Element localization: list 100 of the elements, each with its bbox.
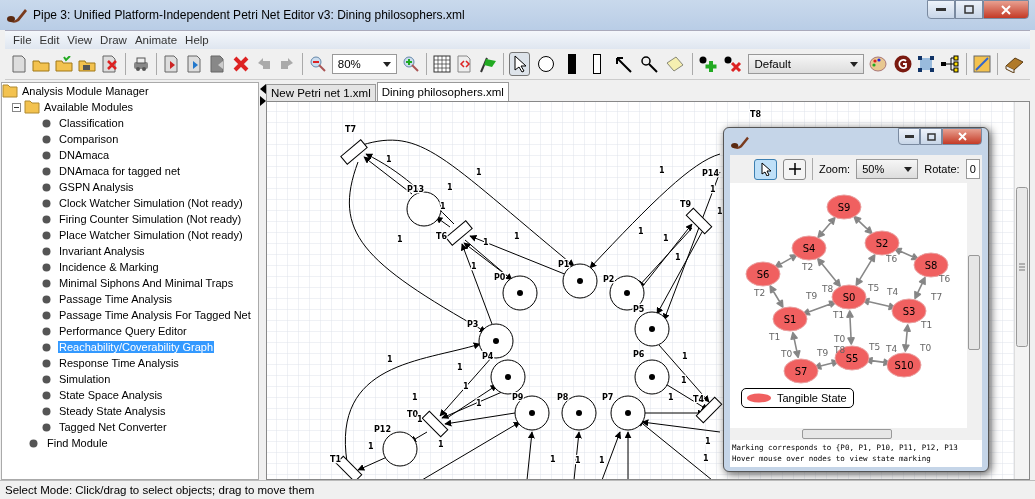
state-node[interactable] <box>886 352 922 378</box>
arc-arrow[interactable] <box>641 419 721 433</box>
tree-item[interactable]: Analysis Module Manager <box>21 85 150 97</box>
transition[interactable] <box>695 396 723 424</box>
marked-place[interactable] <box>634 311 670 347</box>
state-node[interactable] <box>826 194 862 220</box>
arc-arrow[interactable] <box>446 384 498 419</box>
arc-arrow[interactable] <box>624 431 632 479</box>
empty-place[interactable] <box>406 191 442 227</box>
tree-item[interactable]: Place Watcher Simulation (Not ready) <box>58 229 244 241</box>
tree-item[interactable]: DNAmaca for tagged net <box>58 165 182 177</box>
tree-item[interactable]: State Space Analysis <box>58 389 164 401</box>
state-node[interactable] <box>831 284 867 310</box>
scroll-thumb-icon[interactable] <box>1016 187 1028 347</box>
arc-arrow[interactable] <box>441 391 503 419</box>
selection-icon[interactable] <box>917 55 936 73</box>
hierarchy-icon[interactable] <box>940 55 961 73</box>
transition[interactable] <box>685 207 713 235</box>
tree-item[interactable]: Minimal Siphons And Minimal Traps <box>58 277 235 289</box>
tree-item[interactable]: Firing Counter Simulation (Not ready) <box>58 213 243 225</box>
tree-item[interactable]: Passage Time Analysis For Tagged Net <box>58 309 252 321</box>
state-node[interactable] <box>783 358 819 384</box>
menu-item[interactable]: Animate <box>130 34 182 46</box>
import-icon[interactable] <box>162 55 181 73</box>
tree-item[interactable]: Tagged Net Converter <box>58 421 168 433</box>
document-tab[interactable]: Dining philosophers.xml <box>376 82 509 101</box>
document-icon[interactable] <box>208 55 227 73</box>
zoom-dropdown[interactable]: 80% <box>331 54 397 74</box>
transition[interactable] <box>421 410 449 438</box>
select-tool[interactable] <box>509 52 531 76</box>
g-circle-icon[interactable] <box>894 55 913 73</box>
scroll-thumb[interactable] <box>968 255 980 350</box>
maximize-button[interactable] <box>955 0 983 19</box>
code-file-icon[interactable] <box>455 55 474 73</box>
rotate-field[interactable]: 0 <box>965 159 980 179</box>
tree-item[interactable]: DNAmaca <box>58 149 111 161</box>
tree-item[interactable]: Invariant Analysis <box>58 245 146 257</box>
close-button[interactable] <box>983 0 1029 19</box>
state-node[interactable] <box>772 306 808 332</box>
arc-arrow[interactable] <box>573 431 582 479</box>
pointer-tool[interactable] <box>754 158 777 180</box>
export-icon[interactable] <box>185 55 204 73</box>
marked-place[interactable] <box>514 395 550 431</box>
tree-item[interactable]: Response Time Analysis <box>58 357 180 369</box>
arc-arrow[interactable] <box>444 412 516 427</box>
tree-item[interactable]: Incidence & Marking <box>58 261 160 273</box>
tree-item[interactable]: Steady State Analysis <box>58 405 167 417</box>
printer-icon[interactable] <box>131 56 150 72</box>
arc-arrow[interactable] <box>460 243 493 325</box>
document-tab[interactable]: New Petri net 1.xml <box>266 84 376 101</box>
edit-icon[interactable] <box>973 55 992 73</box>
state-node[interactable] <box>745 261 781 287</box>
tree-item[interactable]: Available Modules <box>43 101 135 113</box>
state-node[interactable] <box>834 345 870 371</box>
remove-token-icon[interactable] <box>723 55 744 73</box>
menu-item[interactable]: Edit <box>35 34 64 46</box>
tree-item[interactable]: Find Module <box>46 437 109 449</box>
arc-arrow[interactable] <box>435 216 451 228</box>
arc-arrow[interactable] <box>357 456 388 471</box>
grid-icon[interactable] <box>432 55 451 73</box>
scroll-thumb[interactable] <box>802 429 892 439</box>
collapse-icon[interactable] <box>12 102 21 112</box>
arc-arrow[interactable] <box>421 421 521 479</box>
add-tool[interactable] <box>783 158 806 180</box>
tree-item[interactable]: Performance Query Editor <box>58 325 188 337</box>
open-folder-icon[interactable] <box>55 56 73 72</box>
marked-place[interactable] <box>478 323 514 359</box>
zoom-dropdown[interactable]: 50% <box>856 159 919 179</box>
vertical-scrollbar[interactable] <box>1014 102 1029 479</box>
add-token-icon[interactable] <box>698 55 719 73</box>
flag-icon[interactable] <box>478 55 497 73</box>
state-node[interactable] <box>791 235 827 261</box>
marked-place[interactable] <box>634 359 670 395</box>
menu-item[interactable]: View <box>63 34 97 46</box>
arc-arrow[interactable] <box>349 161 487 333</box>
state-node[interactable] <box>864 230 900 256</box>
horizontal-scrollbar[interactable] <box>730 428 982 440</box>
transition[interactable] <box>340 139 368 165</box>
menu-item[interactable]: Help <box>181 34 213 46</box>
tree-item[interactable]: Clock Watcher Simulation (Not ready) <box>58 197 244 209</box>
arc-arrow[interactable] <box>589 153 721 269</box>
menu-item[interactable]: Draw <box>96 34 131 46</box>
arc-arrow[interactable] <box>637 419 713 479</box>
tree-item[interactable]: Simulation <box>58 373 112 385</box>
minimize-button[interactable] <box>927 0 955 19</box>
tree-item[interactable]: Comparison <box>58 133 120 145</box>
zoom-out-icon[interactable] <box>308 55 327 73</box>
zoom-in-icon[interactable] <box>401 55 420 73</box>
tree-item[interactable]: Passage Time Analysis <box>58 293 174 305</box>
transition[interactable] <box>445 220 473 246</box>
arc-arrow[interactable] <box>658 344 710 403</box>
tree-item[interactable]: GSPN Analysis <box>58 181 135 193</box>
arc-arrow[interactable] <box>601 431 622 479</box>
palette-icon[interactable] <box>869 55 890 73</box>
menu-item[interactable]: File <box>9 34 36 46</box>
close-button[interactable] <box>942 128 982 145</box>
petri-net-canvas[interactable] <box>266 101 1030 480</box>
empty-place[interactable] <box>382 431 418 467</box>
tree-item[interactable]: Classification <box>58 117 125 129</box>
arc-arrow[interactable] <box>526 431 535 479</box>
